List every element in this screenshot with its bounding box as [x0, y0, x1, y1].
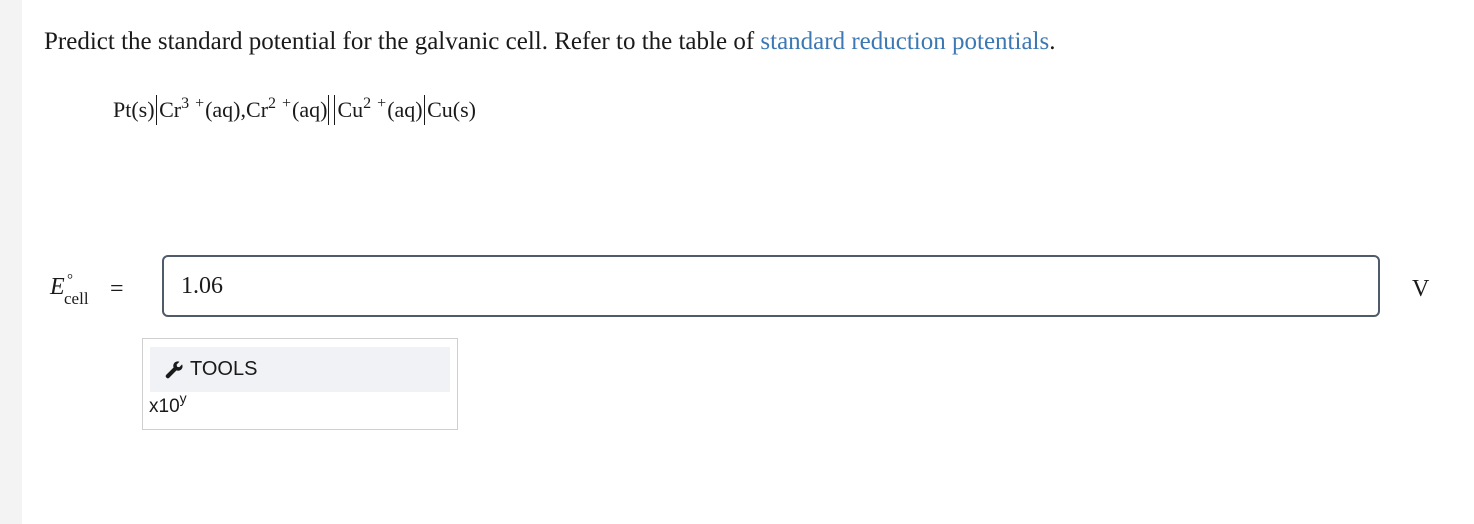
question-end: . — [1049, 28, 1056, 55]
standard-reduction-potentials-link[interactable]: standard reduction potentials — [760, 28, 1049, 55]
tools-label: TOOLS — [190, 358, 258, 380]
ion-cu2-symbol: Cu — [337, 97, 364, 122]
salt-bridge — [328, 95, 336, 125]
cathode-electrode: Cu(s) — [427, 97, 476, 122]
tools-button[interactable]: TOOLS — [150, 347, 450, 392]
ion-cr3: Cr3 +(aq), — [159, 94, 246, 126]
ecell-answer-input[interactable] — [162, 255, 1380, 317]
scientific-notation-button[interactable]: x10y — [149, 391, 187, 418]
ion-cr3-charge: 3 + — [181, 95, 206, 112]
ecell-label: E ° cell — [50, 272, 89, 308]
ion-cr2-charge: 2 + — [268, 95, 293, 112]
sci-exponent: y — [179, 390, 187, 406]
ion-cr3-state: (aq), — [205, 97, 247, 122]
ion-cr3-symbol: Cr — [159, 97, 182, 122]
ion-cr2-state: (aq) — [292, 97, 328, 122]
ion-cr2-symbol: Cr — [246, 97, 269, 122]
cell-notation: Pt(s) Cr3 +(aq), Cr2 +(aq) Cu2 +(aq) Cu(s) — [113, 94, 476, 126]
wrench-icon — [165, 360, 183, 378]
ion-cr2: Cr2 +(aq) — [246, 94, 327, 126]
phase-boundary — [155, 95, 158, 125]
tools-panel: TOOLS x10y — [142, 338, 458, 430]
question-text: Predict the standard potential for the g… — [44, 26, 1055, 58]
anode-electrode: Pt(s) — [113, 97, 155, 122]
unit-label: V — [1412, 276, 1430, 302]
ion-cu2: Cu2 +(aq) — [337, 94, 422, 126]
question-body: Predict the standard potential for the g… — [44, 28, 761, 55]
ecell-subscript: cell — [64, 289, 89, 308]
sci-base: x10 — [149, 396, 180, 417]
phase-boundary — [423, 95, 426, 125]
ion-cu2-charge: 2 + — [363, 95, 388, 112]
ion-cu2-state: (aq) — [387, 97, 423, 122]
ecell-symbol: E — [50, 274, 65, 300]
degree-symbol: ° — [67, 272, 73, 288]
equals-sign: = — [110, 276, 124, 302]
